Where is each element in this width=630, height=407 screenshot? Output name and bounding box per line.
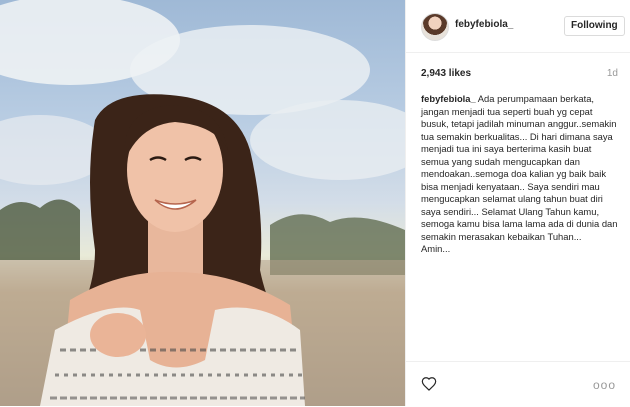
post-photo: [0, 0, 405, 406]
caption-username[interactable]: febyfebiola_: [421, 93, 476, 104]
post-photo-illustration: [0, 0, 405, 406]
heart-outline-icon[interactable]: [421, 376, 437, 392]
likes-count[interactable]: 2,943 likes: [421, 68, 471, 79]
instagram-post: febyfebiola_ Following 2,943 likes 1d fe…: [0, 0, 630, 406]
username-link[interactable]: febyfebiola_: [455, 19, 513, 30]
post-caption: febyfebiola_ Ada perumpamaan berkata, ja…: [421, 93, 621, 256]
post-header: febyfebiola_ Following: [406, 0, 630, 53]
post-side-panel: febyfebiola_ Following 2,943 likes 1d fe…: [405, 0, 630, 406]
avatar[interactable]: [421, 13, 449, 41]
caption-text: Ada perumpamaan berkata, jangan menjadi …: [421, 93, 618, 254]
following-button[interactable]: Following: [564, 16, 625, 36]
post-time[interactable]: 1d: [607, 68, 618, 79]
post-footer: ooo: [406, 361, 630, 407]
more-options-icon[interactable]: ooo: [593, 378, 616, 392]
